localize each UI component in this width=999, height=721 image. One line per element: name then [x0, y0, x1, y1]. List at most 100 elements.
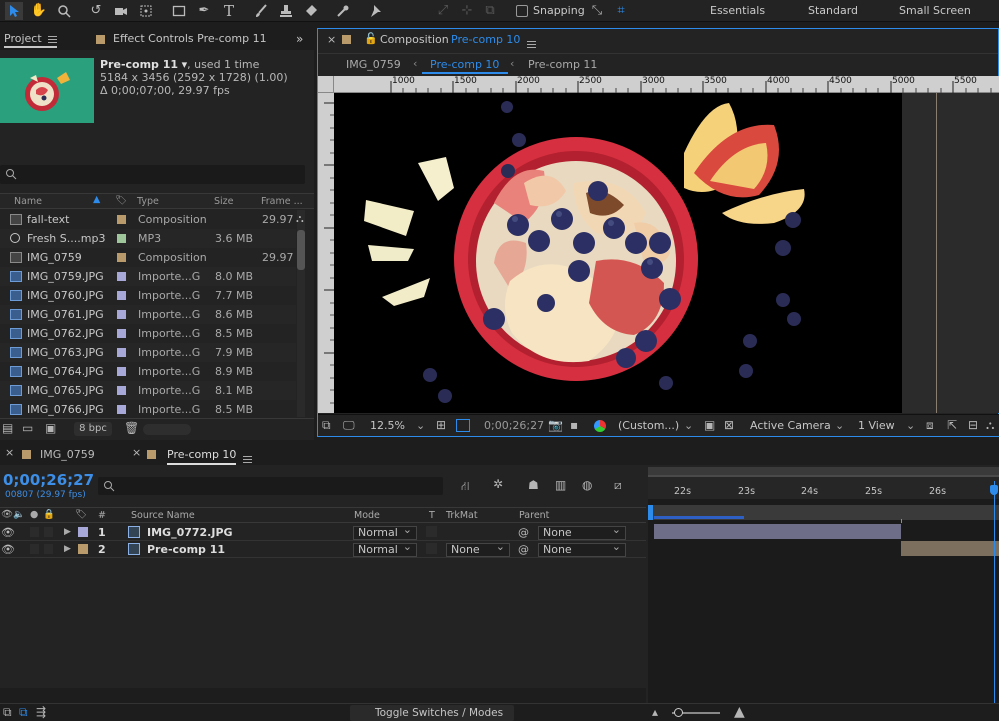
channel-icon[interactable]	[594, 420, 606, 432]
breadcrumb-img0759[interactable]: IMG_0759	[346, 58, 401, 71]
breadcrumb-precomp10[interactable]: Pre-comp 10	[430, 58, 499, 71]
col-name[interactable]: Name	[14, 196, 42, 207]
parent-dropdown[interactable]: None	[538, 541, 626, 557]
mask-visibility-icon[interactable]	[456, 419, 470, 432]
layer-switches-icon[interactable]: ⧉	[3, 705, 12, 720]
ruler-origin[interactable]	[318, 76, 334, 93]
playhead-line[interactable]	[994, 481, 995, 703]
lock-icon[interactable]: 🔒	[43, 509, 55, 520]
breadcrumb-precomp11[interactable]: Pre-comp 11	[528, 58, 597, 71]
label-swatch[interactable]	[117, 310, 126, 319]
blend-mode-dropdown[interactable]: Normal	[353, 524, 417, 540]
label-swatch[interactable]	[117, 234, 126, 243]
viewer-tab-prefix[interactable]: Composition	[380, 33, 449, 46]
time-ruler[interactable]: 22s 23s 24s 25s 26s	[648, 477, 999, 499]
project-item-row[interactable]: fall-text Composition 29.97	[0, 210, 296, 229]
label-swatch[interactable]	[117, 215, 126, 224]
in-out-icon[interactable]: ⇶	[36, 705, 46, 719]
panel-menu-icon[interactable]	[47, 35, 57, 43]
transfer-controls-icon[interactable]: ⧉	[19, 705, 28, 720]
label-swatch[interactable]	[117, 348, 126, 357]
rectangle-tool-icon[interactable]	[170, 2, 188, 20]
label-swatch[interactable]	[117, 386, 126, 395]
monitor-icon[interactable]: 🖵	[343, 418, 355, 433]
layer-name[interactable]: Pre-comp 11	[147, 543, 225, 556]
snapshot-icon[interactable]: 📷	[548, 418, 563, 432]
trash-icon[interactable]: 🗑	[124, 421, 139, 435]
region-of-interest-icon[interactable]: ▣	[704, 418, 715, 432]
type-tool-icon[interactable]: T	[220, 2, 238, 20]
hand-tool-icon[interactable]: ✋	[30, 2, 48, 20]
snapping-checkbox[interactable]	[516, 5, 528, 17]
tab-img0759[interactable]: IMG_0759	[40, 448, 95, 461]
viewer-timecode[interactable]: 0;00;26;27	[484, 419, 544, 432]
lock-switch[interactable]	[44, 527, 53, 537]
layer-bar-2[interactable]	[901, 541, 999, 556]
work-area-start[interactable]	[648, 505, 653, 520]
composition-flowchart-icon[interactable]: ⛙	[461, 479, 469, 495]
sort-ascending-icon[interactable]: ▲	[93, 194, 100, 205]
pick-whip-icon[interactable]: @	[518, 526, 529, 539]
label-swatch[interactable]	[78, 544, 88, 554]
workspace-essentials[interactable]: Essentials	[710, 4, 765, 17]
camera-tool-icon[interactable]	[112, 2, 130, 20]
close-tab-icon[interactable]: ×	[5, 446, 14, 459]
tab-project[interactable]: Project	[4, 28, 57, 48]
zoom-in-icon[interactable]: ▲	[734, 704, 745, 720]
panel-menu-icon[interactable]	[527, 40, 536, 48]
chevron-down-icon[interactable]: ⌄	[906, 419, 915, 432]
fast-previews-icon[interactable]: ⇱	[947, 418, 957, 432]
tab-effect-controls[interactable]: Effect Controls Pre-comp 11	[96, 28, 267, 50]
parent-dropdown[interactable]: None	[538, 524, 626, 540]
tab-precomp10[interactable]: Pre-comp 10	[167, 448, 237, 465]
brush-tool-icon[interactable]	[252, 2, 270, 20]
resolution-dropdown[interactable]: (Custom...)	[618, 419, 679, 432]
composition-canvas[interactable]	[334, 93, 902, 413]
always-preview-icon[interactable]: ⧉	[322, 418, 331, 433]
bit-depth-button[interactable]: 8 bpc	[74, 422, 112, 436]
shy-layers-icon[interactable]: ☗	[528, 478, 539, 492]
toggle-pixel-aspect-icon[interactable]: ⧈	[926, 418, 934, 433]
rotate-tool-icon[interactable]: ↺	[87, 2, 105, 20]
pan-behind-tool-icon[interactable]	[137, 2, 155, 20]
visibility-icon[interactable]: 👁	[1, 526, 15, 539]
camera-dropdown[interactable]: Active Camera	[750, 419, 831, 432]
zoom-out-icon[interactable]: ▴	[652, 705, 658, 719]
project-item-row[interactable]: IMG_0759 Composition 29.97	[0, 248, 296, 267]
clone-stamp-tool-icon[interactable]	[277, 2, 295, 20]
audio-toggle-icon[interactable]: 🔈	[13, 509, 25, 520]
view-layout-dropdown[interactable]: 1 View	[858, 419, 895, 432]
col-size[interactable]: Size	[214, 196, 234, 207]
roto-brush-tool-icon[interactable]	[334, 2, 352, 20]
scrollbar-thumb[interactable]	[297, 230, 305, 270]
layer-name[interactable]: IMG_0772.JPG	[147, 526, 233, 539]
world-axis-icon[interactable]: ⊹	[458, 2, 476, 20]
project-item-row[interactable]: IMG_0762.JPG Importe...G 8.5 MB	[0, 324, 296, 343]
blend-mode-dropdown[interactable]: Normal	[353, 541, 417, 557]
timeline-layer-row[interactable]: 👁 ▶ 2 Pre-comp 11 Normal None @ None	[0, 541, 646, 558]
label-swatch[interactable]	[117, 253, 126, 262]
solo-toggle-icon[interactable]: ●	[30, 509, 38, 520]
label-swatch[interactable]	[117, 367, 126, 376]
label-swatch[interactable]	[117, 272, 126, 281]
new-folder-icon[interactable]: ▭	[22, 421, 33, 435]
interpret-footage-icon[interactable]: ▤	[2, 421, 13, 435]
project-item-row[interactable]: IMG_0766.JPG Importe...G 8.5 MB	[0, 400, 296, 419]
project-item-row[interactable]: IMG_0759.JPG Importe...G 8.0 MB	[0, 267, 296, 286]
solo-switch[interactable]	[30, 544, 39, 554]
close-tab-icon[interactable]: ×	[327, 33, 336, 46]
video-toggle-icon[interactable]: 👁	[1, 509, 13, 520]
selection-tool-icon[interactable]	[5, 2, 23, 20]
project-item-row[interactable]: IMG_0764.JPG Importe...G 8.9 MB	[0, 362, 296, 381]
toggle-switches-label[interactable]: Toggle Switches / Modes	[375, 707, 503, 719]
project-item-row[interactable]: Fresh S....mp3 MP3 3.6 MB	[0, 229, 296, 248]
work-area-bar[interactable]	[648, 467, 999, 475]
chevron-down-icon[interactable]: ⌄	[684, 419, 693, 432]
pen-tool-icon[interactable]: ✒	[195, 2, 213, 20]
pick-whip-icon[interactable]: @	[518, 543, 529, 556]
col-type[interactable]: Type	[137, 196, 159, 207]
project-item-row[interactable]: IMG_0760.JPG Importe...G 7.7 MB	[0, 286, 296, 305]
timeline-layer-row[interactable]: 👁 ▶ 1 IMG_0772.JPG Normal @ None	[0, 524, 646, 541]
timeline-search-input[interactable]	[98, 477, 443, 495]
motion-blur-icon[interactable]: ◍	[582, 478, 592, 492]
